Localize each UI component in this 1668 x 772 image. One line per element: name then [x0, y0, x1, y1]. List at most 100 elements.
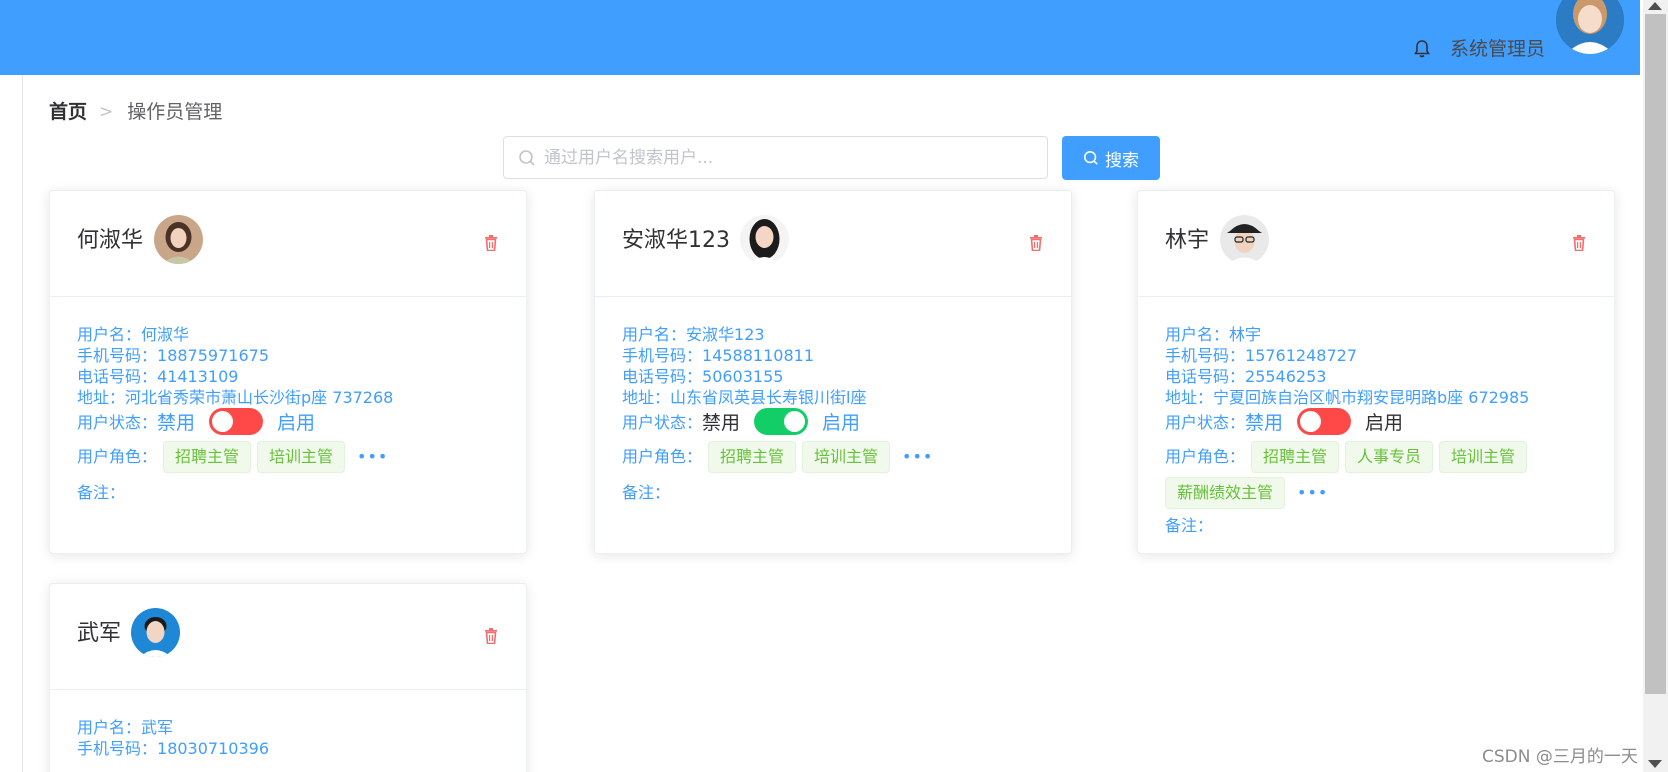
- admin-name[interactable]: 系统管理员: [1450, 37, 1545, 61]
- card-user-name: 何淑华: [77, 228, 144, 253]
- breadcrumb: 首页 > 操作员管理: [49, 100, 222, 124]
- admin-avatar[interactable]: [1556, 0, 1624, 54]
- role-tag: 招聘主管: [163, 440, 252, 473]
- delete-icon[interactable]: [1572, 235, 1586, 251]
- watermark: CSDN @三月的一天: [1482, 747, 1638, 767]
- notes-label: 备注：: [1165, 516, 1214, 535]
- user-avatar: [154, 215, 203, 264]
- scrollbar-thumb[interactable]: [1645, 14, 1666, 694]
- card-header: 武军: [50, 584, 526, 690]
- search-button[interactable]: 搜索: [1062, 136, 1160, 180]
- mobile-value: 18030710396: [157, 739, 269, 758]
- mobile-row: 手机号码：18030710396: [77, 738, 499, 759]
- status-label: 用户状态：: [622, 413, 703, 432]
- phone-value: 25546253: [1245, 367, 1327, 386]
- card-body: 用户名：何淑华 手机号码：18875971675 电话号码：41413109 地…: [50, 297, 526, 503]
- address-value: 宁夏回族自治区帆市翔安昆明路b座 672985: [1213, 388, 1530, 407]
- user-card: 林宇 用户名：林宇 手机号码：15761248727 电话号码：25546253…: [1137, 190, 1615, 554]
- address-value: 山东省凤英县长寿银川街l座: [670, 388, 867, 407]
- top-header: 系统管理员: [0, 0, 1640, 75]
- notes-label: 备注：: [622, 483, 671, 502]
- search-button-label: 搜索: [1105, 150, 1139, 171]
- phone-label: 电话号码：: [622, 367, 703, 386]
- scroll-down-arrow-icon[interactable]: [1648, 760, 1662, 768]
- status-switch[interactable]: [209, 407, 264, 435]
- more-roles-icon[interactable]: •••: [357, 441, 388, 473]
- username-label: 用户名：: [1165, 325, 1230, 344]
- notes-row: 备注：: [1165, 515, 1587, 536]
- breadcrumb-current: 操作员管理: [127, 101, 223, 123]
- address-value: 河北省秀荣市萧山长沙街p座 737268: [125, 388, 394, 407]
- mobile-label: 手机号码：: [77, 346, 158, 365]
- user-card: 何淑华 用户名：何淑华 手机号码：18875971675 电话号码：414131…: [49, 190, 527, 554]
- mobile-value: 15761248727: [1245, 346, 1357, 365]
- role-tag: 薪酬绩效主管: [1165, 477, 1286, 509]
- bell-icon[interactable]: [1413, 39, 1431, 59]
- username-label: 用户名：: [77, 325, 142, 344]
- username-label: 用户名：: [622, 325, 687, 344]
- phone-row: 电话号码：25546253: [1165, 366, 1587, 387]
- username-row: 用户名：何淑华: [77, 324, 499, 345]
- status-switch[interactable]: [754, 407, 809, 435]
- delete-icon[interactable]: [484, 628, 498, 644]
- role-tag: 培训主管: [1439, 440, 1528, 473]
- mobile-label: 手机号码：: [1165, 346, 1246, 365]
- status-on-label: 启用: [822, 411, 861, 434]
- breadcrumb-home[interactable]: 首页: [49, 100, 87, 124]
- address-row: 地址：宁夏回族自治区帆市翔安昆明路b座 672985: [1165, 387, 1587, 408]
- user-avatar: [131, 608, 180, 657]
- phone-value: 41413109: [157, 367, 239, 386]
- username-row: 用户名：安淑华123: [622, 324, 1044, 345]
- phone-row: 电话号码：41413109: [77, 366, 499, 387]
- switch-knob: [212, 410, 234, 432]
- roles-label: 用户角色：: [622, 447, 703, 466]
- status-label: 用户状态：: [1165, 413, 1246, 432]
- username-value: 安淑华123: [686, 325, 765, 344]
- phone-label: 电话号码：: [77, 367, 158, 386]
- status-row: 用户状态： 禁用 启用: [622, 406, 1044, 436]
- scroll-up-arrow-icon[interactable]: [1648, 2, 1662, 10]
- search-box: [503, 136, 1048, 179]
- roles-row: 用户角色： 招聘主管 培训主管 •••: [77, 440, 499, 473]
- status-off-label: 禁用: [702, 411, 741, 434]
- more-roles-icon[interactable]: •••: [902, 441, 933, 473]
- mobile-label: 手机号码：: [622, 346, 703, 365]
- roles-label: 用户角色：: [77, 447, 158, 466]
- username-label: 用户名：: [77, 718, 142, 737]
- notes-label: 备注：: [77, 483, 126, 502]
- address-row: 地址：山东省凤英县长寿银川街l座: [622, 387, 1044, 408]
- mobile-row: 手机号码：18875971675: [77, 345, 499, 366]
- delete-icon[interactable]: [1029, 235, 1043, 251]
- status-on-label: 启用: [1365, 411, 1404, 434]
- notes-row: 备注：: [622, 482, 1044, 503]
- search-input[interactable]: [544, 137, 1039, 178]
- status-off-label: 禁用: [1245, 411, 1284, 434]
- switch-knob: [1300, 410, 1322, 432]
- card-header: 林宇: [1138, 191, 1614, 297]
- status-switch[interactable]: [1297, 407, 1352, 435]
- mobile-value: 18875971675: [157, 346, 269, 365]
- delete-icon[interactable]: [484, 235, 498, 251]
- card-header: 何淑华: [50, 191, 526, 297]
- address-label: 地址：: [1165, 388, 1214, 407]
- search-icon: [1083, 150, 1098, 165]
- user-avatar: [1220, 215, 1269, 264]
- content-divider: [22, 75, 23, 772]
- address-label: 地址：: [622, 388, 671, 407]
- mobile-row: 手机号码：15761248727: [1165, 345, 1587, 366]
- card-user-name: 武军: [77, 621, 122, 646]
- card-user-name: 林宇: [1165, 228, 1210, 253]
- phone-value: 50603155: [702, 367, 784, 386]
- phone-row: 电话号码：50603155: [622, 366, 1044, 387]
- status-row: 用户状态： 禁用 启用: [1165, 406, 1587, 436]
- card-body: 用户名：林宇 手机号码：15761248727 电话号码：25546253 地址…: [1138, 297, 1614, 536]
- user-card: 安淑华123 用户名：安淑华123 手机号码：14588110811 电话号码：…: [594, 190, 1072, 554]
- more-roles-icon[interactable]: •••: [1297, 477, 1328, 509]
- role-tag: 培训主管: [257, 440, 346, 473]
- address-label: 地址：: [77, 388, 126, 407]
- user-card: 武军 用户名：武军 手机号码：18030710396: [49, 583, 527, 772]
- search-icon: [519, 150, 535, 166]
- address-row: 地址：河北省秀荣市萧山长沙街p座 737268: [77, 387, 499, 408]
- mobile-label: 手机号码：: [77, 739, 158, 758]
- username-value: 林宇: [1229, 325, 1262, 344]
